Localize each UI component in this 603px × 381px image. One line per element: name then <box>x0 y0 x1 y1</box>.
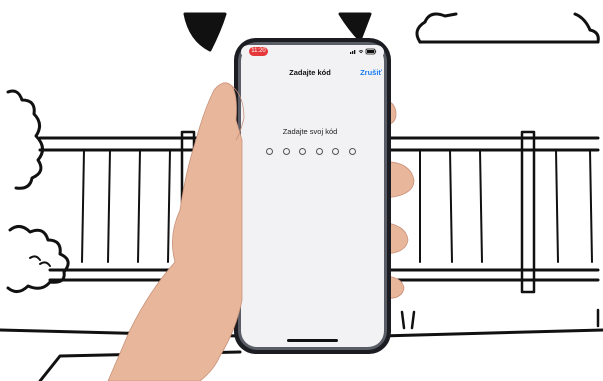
passcode-dot <box>299 148 307 155</box>
hand-palm <box>107 82 245 381</box>
passcode-dot <box>282 148 290 155</box>
passcode-dot <box>332 148 340 155</box>
passcode-dots[interactable] <box>266 148 356 158</box>
passcode-dot <box>348 148 356 155</box>
wifi-icon <box>358 50 364 53</box>
passcode-dot <box>266 148 273 155</box>
illustration-scene <box>0 12 603 381</box>
battery-icon <box>365 48 377 55</box>
page-title: Zadajte kód <box>289 68 331 77</box>
status-time: 11:20 <box>249 47 268 56</box>
passcode-prompt: Zadajte svoj kód <box>282 127 338 136</box>
phone <box>234 38 391 354</box>
passcode-dot <box>315 148 323 155</box>
cancel-button[interactable]: Zrušiť <box>352 68 382 77</box>
status-icons <box>350 48 377 55</box>
signal-icon <box>350 50 356 54</box>
